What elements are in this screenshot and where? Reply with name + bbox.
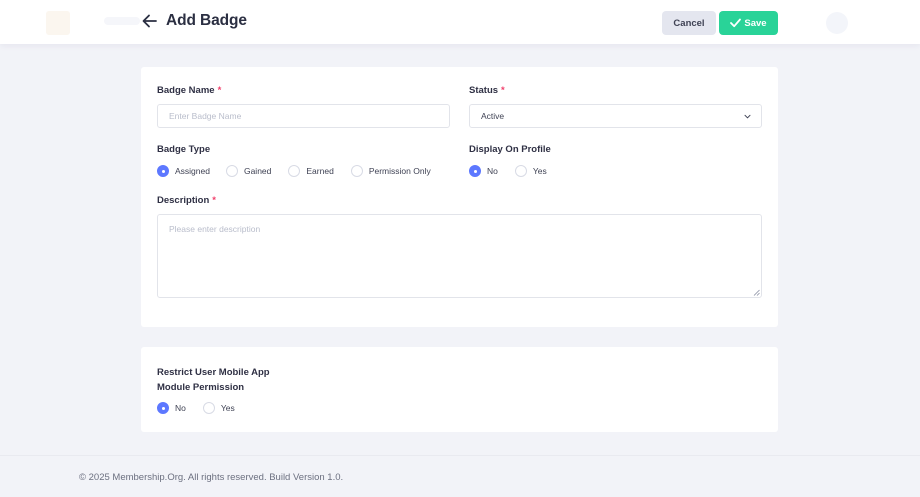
radio-button[interactable]: [202, 402, 215, 414]
radio-button[interactable]: [157, 402, 169, 414]
badge-form-card: Badge Name* Status* Active Badge Type As…: [141, 67, 778, 327]
description-textarea[interactable]: [157, 214, 762, 298]
radio-label: Permission Only: [368, 166, 431, 176]
restrict-label-line2: Module Permission: [157, 382, 245, 393]
badge-type-label: Badge Type: [157, 144, 211, 155]
badge-type-option-permission-only[interactable]: Permission Only: [350, 165, 431, 177]
radio-label: Yes: [220, 403, 235, 413]
check-icon: [730, 18, 742, 28]
restrict-radio-group: No Yes: [157, 402, 235, 414]
required-marker: *: [501, 85, 505, 96]
badge-name-input[interactable]: [157, 104, 450, 128]
badge-type-option-assigned[interactable]: Assigned: [157, 165, 210, 177]
restrict-option-no[interactable]: No: [157, 402, 186, 414]
user-avatar[interactable]: [826, 12, 848, 34]
chevron-down-icon: [744, 114, 751, 119]
display-on-profile-radio-group: No Yes: [469, 165, 547, 177]
status-selected-value: Active: [481, 111, 505, 121]
back-button[interactable]: [140, 11, 160, 31]
arrow-left-icon: [142, 14, 157, 28]
resize-handle-icon[interactable]: [753, 289, 760, 296]
status-label: Status *: [469, 85, 505, 96]
badge-name-label: Badge Name *: [157, 85, 221, 96]
app-logo: [46, 11, 70, 35]
radio-button[interactable]: [469, 165, 481, 177]
app-name-placeholder: [104, 17, 140, 25]
display-on-profile-option-yes[interactable]: Yes: [514, 165, 547, 177]
page-title: Add Badge: [166, 12, 247, 29]
radio-label: Assigned: [175, 166, 210, 176]
restrict-label-line1: Restrict User Mobile App: [157, 367, 270, 378]
cancel-button-label: Cancel: [673, 17, 705, 29]
radio-button[interactable]: [157, 165, 169, 177]
display-on-profile-option-no[interactable]: No: [469, 165, 498, 177]
status-select[interactable]: Active: [469, 104, 762, 128]
restrict-permission-card: Restrict User Mobile App Module Permissi…: [141, 347, 778, 432]
page-footer: © 2025 Membership.Org. All rights reserv…: [0, 455, 920, 497]
badge-type-radio-group: Assigned Gained Earned Permission Only: [157, 165, 431, 177]
radio-label: No: [487, 166, 498, 176]
radio-button[interactable]: [288, 165, 301, 177]
radio-label: Earned: [306, 166, 334, 176]
radio-label: No: [175, 403, 186, 413]
restrict-permission-label: Restrict User Mobile App Module Permissi…: [157, 365, 270, 395]
radio-button[interactable]: [350, 165, 363, 177]
badge-name-label-text: Badge Name: [157, 85, 215, 96]
cancel-button[interactable]: Cancel: [662, 11, 716, 35]
restrict-option-yes[interactable]: Yes: [202, 402, 235, 414]
badge-type-option-earned[interactable]: Earned: [288, 165, 334, 177]
save-button-label: Save: [744, 17, 767, 29]
description-label-text: Description: [157, 195, 210, 206]
display-on-profile-label: Display On Profile: [469, 144, 551, 155]
radio-button[interactable]: [514, 165, 527, 177]
top-header: Add Badge Cancel Save: [0, 0, 920, 44]
radio-button[interactable]: [225, 165, 238, 177]
save-button[interactable]: Save: [719, 11, 778, 35]
required-marker: *: [212, 195, 216, 206]
badge-type-option-gained[interactable]: Gained: [225, 165, 272, 177]
radio-label: Gained: [243, 166, 272, 176]
radio-label: Yes: [532, 166, 547, 176]
copyright-text: © 2025 Membership.Org. All rights reserv…: [79, 472, 344, 483]
required-marker: *: [217, 85, 222, 96]
description-label: Description *: [157, 195, 216, 206]
status-label-text: Status: [469, 85, 499, 96]
